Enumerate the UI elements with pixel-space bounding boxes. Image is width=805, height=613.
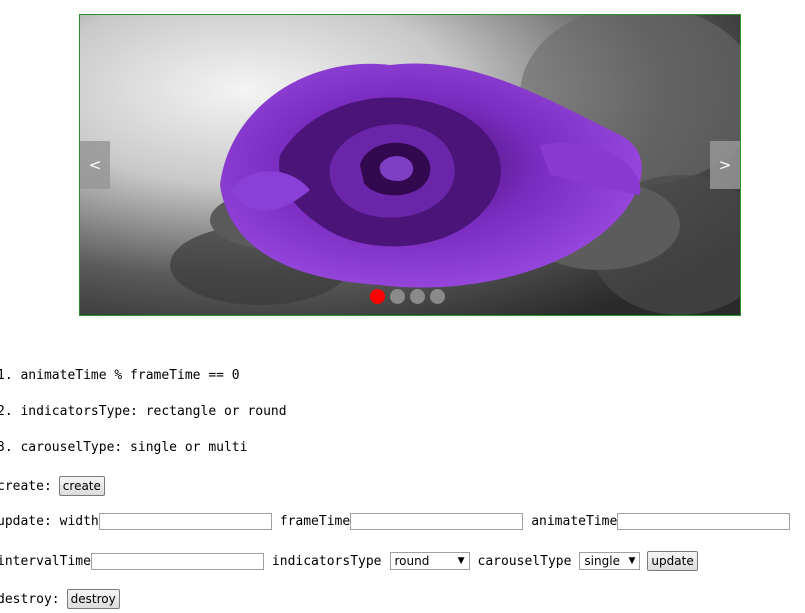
indicatorstype-value: round: [394, 554, 430, 568]
update-button[interactable]: update: [647, 551, 698, 571]
animatetime-input[interactable]: [617, 513, 791, 530]
carouseltype-select[interactable]: single ▼: [579, 552, 641, 570]
carousel-prev-button[interactable]: <: [80, 141, 110, 189]
frametime-input[interactable]: [350, 513, 524, 530]
destroy-button[interactable]: destroy: [66, 589, 120, 609]
note-3: 3. carouselType: single or multi: [0, 440, 248, 455]
indicatorstype-label: indicatorsType: [271, 553, 382, 569]
intervaltime-label: intervalTime: [0, 553, 91, 569]
update-width-label: update: width: [0, 514, 99, 529]
note-1: 1. animateTime % frameTime == 0: [0, 368, 240, 383]
create-row: create: create: [0, 476, 105, 496]
rose-slide-image: [80, 15, 740, 315]
chevron-down-icon: ▼: [628, 556, 636, 566]
carousel-indicator-4[interactable]: [430, 289, 445, 304]
carousel-next-button[interactable]: >: [710, 141, 740, 189]
frametime-label: frameTime: [279, 514, 351, 529]
update-row-1: update: width frameTime animateTime: [0, 513, 791, 530]
destroy-label: destroy:: [0, 591, 60, 607]
width-input[interactable]: [98, 513, 272, 530]
destroy-row: destroy: destroy: [0, 589, 120, 609]
create-button[interactable]: create: [58, 476, 105, 496]
carousel-indicator-1[interactable]: [370, 289, 385, 304]
create-label: create:: [0, 478, 52, 494]
animatetime-label: animateTime: [531, 514, 618, 529]
carouseltype-label: carouselType: [477, 553, 572, 569]
carousel: < >: [79, 14, 741, 316]
intervaltime-input[interactable]: [90, 552, 264, 570]
chevron-down-icon: ▼: [457, 556, 465, 566]
carousel-indicators: [370, 289, 445, 304]
update-row-2: intervalTime indicatorsType round ▼ caro…: [0, 551, 698, 571]
carousel-indicator-2[interactable]: [390, 289, 405, 304]
note-2: 2. indicatorsType: rectangle or round: [0, 404, 287, 419]
indicatorstype-select[interactable]: round ▼: [389, 552, 470, 570]
carousel-indicator-3[interactable]: [410, 289, 425, 304]
carouseltype-value: single: [584, 554, 620, 568]
